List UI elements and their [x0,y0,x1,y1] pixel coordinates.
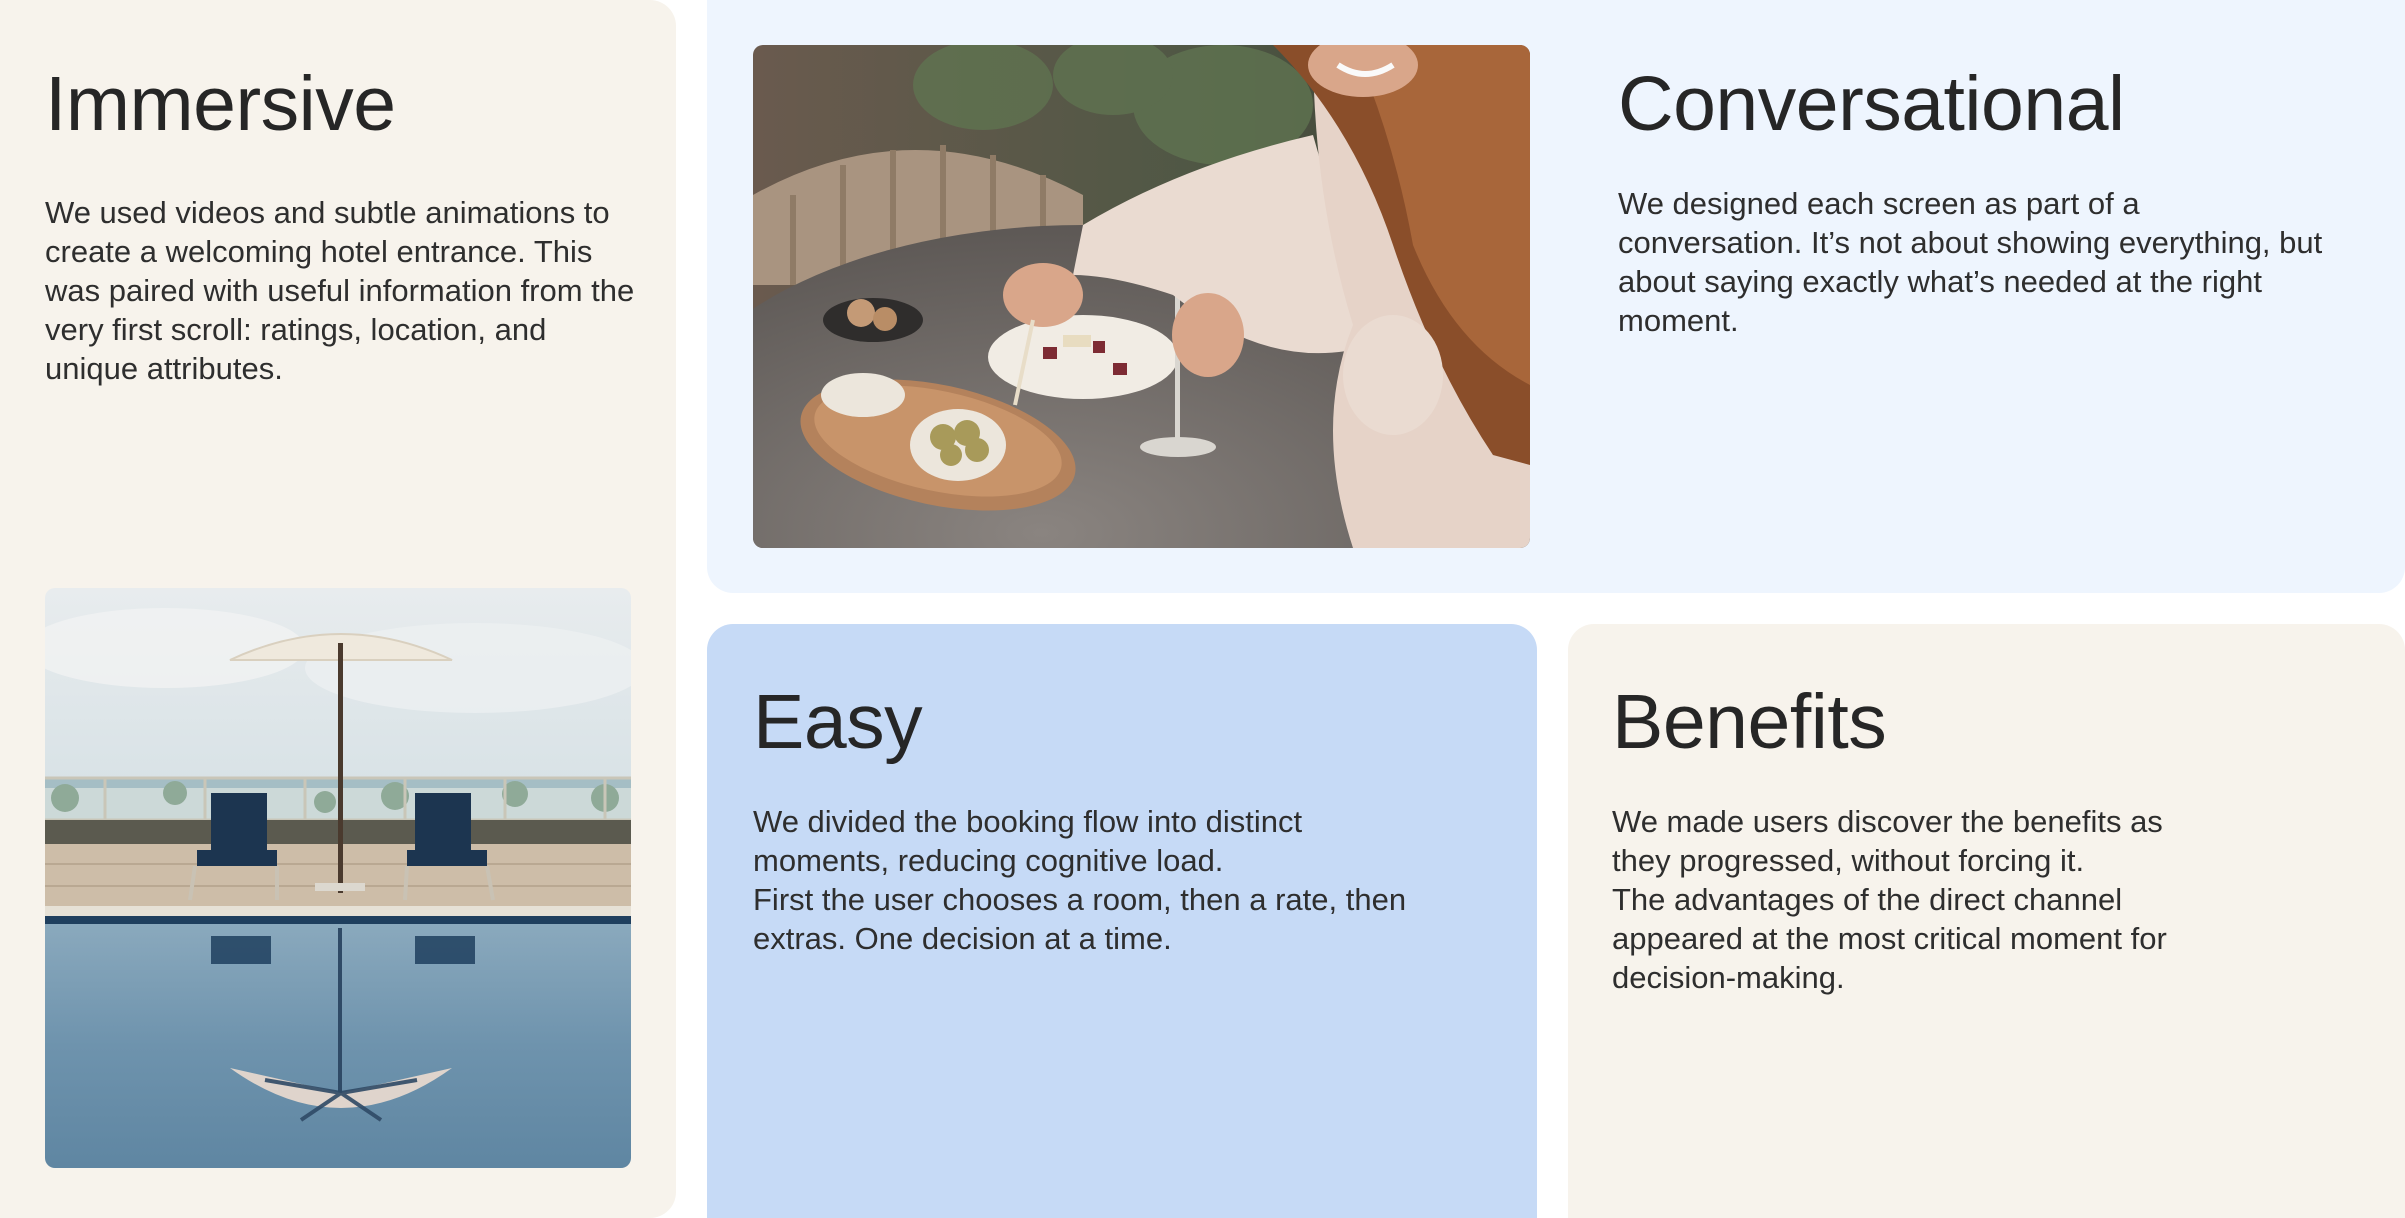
immersive-description: We used videos and subtle animations to … [45,195,635,386]
conversational-card: Conversational We designed each screen a… [707,0,2405,593]
conversational-description: We designed each screen as part of a con… [1618,186,2323,338]
easy-description-1: We divided the booking flow into distinc… [753,804,1303,878]
benefits-card: Benefits We made users discover the bene… [1568,624,2405,1218]
immersive-card: Immersive We used videos and subtle anim… [0,0,676,1218]
pool-with-umbrella-photo [45,588,631,1168]
benefits-title: Benefits [1612,679,1887,765]
woman-dining-photo [753,45,1530,548]
easy-description-2: First the user chooses a room, then a ra… [753,882,1407,956]
easy-title: Easy [753,679,923,765]
conversational-title: Conversational [1618,61,2125,147]
benefits-description-2: The advantages of the direct channel app… [1612,882,2167,995]
benefits-description-1: We made users discover the benefits as t… [1612,804,2163,878]
immersive-title: Immersive [45,61,396,147]
easy-card: Easy We divided the booking flow into di… [707,624,1537,1218]
